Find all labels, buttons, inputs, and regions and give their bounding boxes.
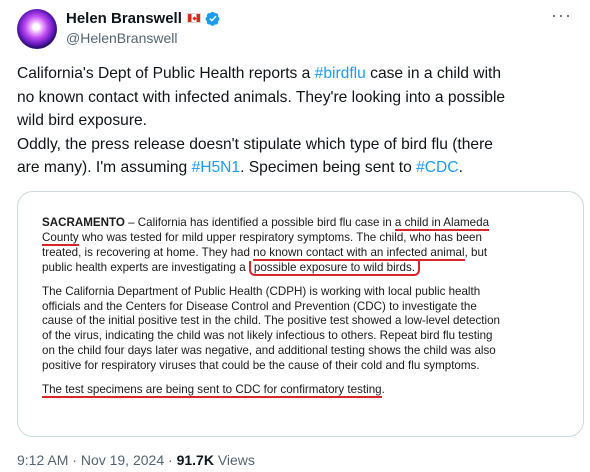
hashtag-cdc-link[interactable]: #CDC	[416, 159, 458, 176]
author-handle[interactable]: @HelenBranswell	[66, 30, 222, 46]
doc-text: public health experts are investigating …	[42, 260, 249, 274]
dateline: SACRAMENTO	[42, 216, 125, 229]
doc-line: The California Department of Public Heal…	[42, 284, 481, 298]
views-label: Views	[213, 452, 255, 468]
doc-text: .	[381, 383, 385, 397]
tweet-text-segment: .	[458, 159, 463, 176]
doc-line: public health experts are investigating …	[42, 260, 572, 276]
author-name-row: Helen Branswell	[66, 8, 222, 28]
doc-line: on the child four days later was negativ…	[42, 344, 496, 358]
press-release-excerpt: SACRAMENTO – California has identified a…	[42, 216, 572, 399]
doc-text: – California has identified a possible b…	[124, 216, 395, 229]
tweet-text: California's Dept of Public Health repor…	[17, 62, 577, 180]
tweet-text-segment: are many). I'm assuming	[17, 159, 192, 176]
tweet-text-segment: . Specimen being sent to	[240, 159, 417, 176]
verified-badge-icon	[205, 11, 220, 26]
canada-flag-icon	[186, 13, 201, 23]
doc-text: who was tested for mild upper respirator…	[78, 230, 482, 244]
doc-line: positive for respiratory viruses that co…	[42, 359, 480, 373]
tweet-text-segment: case in a child with	[365, 65, 502, 82]
highlight-underline: The test specimens are being sent to CDC…	[42, 383, 382, 399]
highlight-underline: a child in Alameda	[394, 216, 490, 231]
highlight-box: possible exposure to wild birds.	[248, 260, 420, 276]
post-time[interactable]: 9:12 AM	[17, 452, 68, 468]
more-options-button[interactable]: ···	[551, 6, 572, 24]
highlight-underline: County	[42, 230, 79, 246]
separator: ·	[68, 452, 81, 468]
doc-line: officials and the Centers for Disease Co…	[42, 299, 477, 313]
tweet-line: Oddly, the press release doesn't stipula…	[17, 135, 493, 153]
post-date[interactable]: Nov 19, 2024	[81, 452, 164, 468]
tweet-line: California's Dept of Public Health repor…	[17, 62, 577, 86]
tweet-line: no known contact with infected animals. …	[17, 88, 506, 106]
doc-line: cause of the initial positive test in th…	[42, 314, 500, 328]
attached-image[interactable]: SACRAMENTO – California has identified a…	[17, 191, 584, 437]
tweet-header: Helen Branswell @HelenBranswell	[66, 8, 222, 46]
hashtag-h5n1-link[interactable]: #H5N1	[192, 159, 241, 176]
tweet-line: are many). I'm assuming #H5N1. Specimen …	[17, 156, 577, 180]
doc-line: of the virus, indicating the child was n…	[42, 329, 493, 343]
doc-line: treated, is recovering at home. They had…	[42, 245, 572, 261]
doc-text: , but	[464, 245, 488, 259]
doc-line: SACRAMENTO – California has identified a…	[42, 216, 572, 231]
doc-line: The test specimens are being sent to CDC…	[42, 383, 572, 399]
views-count[interactable]: 91.7K	[177, 452, 214, 468]
doc-line: County who was tested for mild upper res…	[42, 230, 572, 246]
separator: ·	[164, 452, 177, 468]
tweet-line: wild bird exposure.	[17, 112, 148, 129]
hashtag-birdflu-link[interactable]: #birdflu	[315, 65, 366, 82]
author-name[interactable]: Helen Branswell	[66, 10, 182, 27]
highlight-underline: no known contact with an infected animal	[253, 245, 465, 261]
author-avatar[interactable]	[17, 9, 57, 49]
tweet-metadata: 9:12 AM · Nov 19, 2024 · 91.7K Views	[17, 452, 255, 468]
tweet-text-segment: California's Dept of Public Health repor…	[17, 65, 315, 82]
doc-text: treated, is recovering at home. They had	[42, 245, 254, 259]
